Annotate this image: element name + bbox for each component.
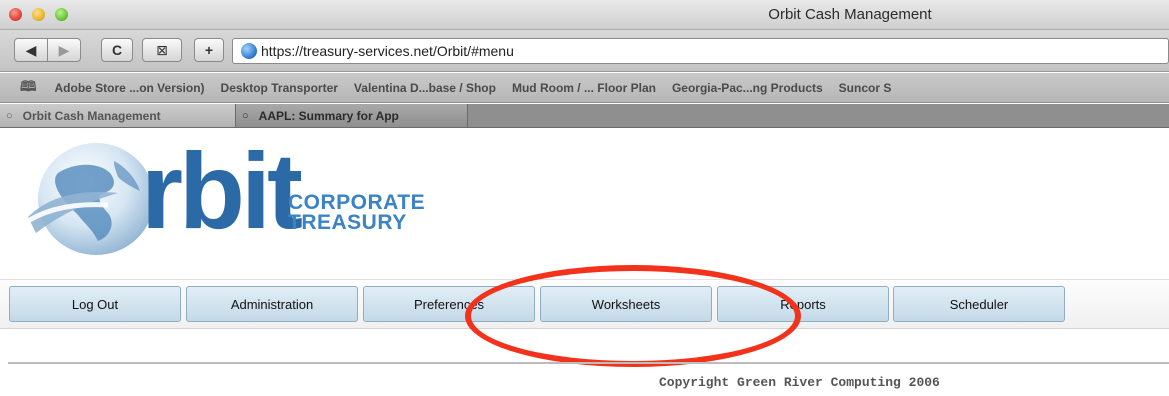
scheduler-button[interactable]: Scheduler (893, 286, 1065, 322)
bookmark-item[interactable]: Adobe Store ...on Version) (55, 81, 205, 95)
administration-button[interactable]: Administration (186, 286, 358, 322)
preferences-button[interactable]: Preferences (363, 286, 535, 322)
close-tab-icon[interactable]: ○ (242, 110, 249, 122)
forward-button[interactable]: ▶ (47, 38, 81, 62)
stop-icon: ⊠ (156, 41, 168, 58)
log-out-button[interactable]: Log Out (9, 286, 181, 322)
reports-button[interactable]: Reports (717, 286, 889, 322)
bookmarks-bar: 🕮 Adobe Store ...on Version) Desktop Tra… (0, 73, 1169, 103)
tab-aapl-summary[interactable]: ○ AAPL: Summary for App (236, 104, 468, 127)
back-button[interactable]: ◀ (14, 38, 48, 62)
forward-arrow-icon: ▶ (58, 41, 70, 58)
bookmark-item[interactable]: Desktop Transporter (221, 81, 338, 95)
open-book-icon[interactable]: 🕮 (20, 76, 37, 100)
window-title: Orbit Cash Management (768, 6, 932, 23)
tab-orbit-cash-management[interactable]: ○ Orbit Cash Management (0, 104, 236, 127)
bookmark-item[interactable]: Mud Room / ... Floor Plan (512, 81, 656, 95)
tab-bar: ○ Orbit Cash Management ○ AAPL: Summary … (0, 104, 1169, 128)
bookmark-item[interactable]: Suncor S (839, 81, 892, 95)
logo-line-treasury: TREASURY (288, 211, 407, 234)
logo-line-corporate: CORPORATE (288, 191, 426, 214)
tab-label: Orbit Cash Management (22, 108, 161, 123)
minimize-window-icon[interactable] (32, 8, 45, 21)
close-window-icon[interactable] (9, 8, 22, 21)
plus-icon: + (204, 42, 214, 58)
tab-label: AAPL: Summary for App (258, 108, 399, 123)
stop-button[interactable]: ⊠ (142, 38, 182, 62)
reload-icon: C (111, 42, 123, 58)
address-bar[interactable]: https://treasury-services.net/Orbit/#men… (232, 38, 1169, 64)
browser-toolbar: ◀ ▶ C ⊠ + https://treasury-services.net/… (0, 30, 1169, 72)
zoom-window-icon[interactable] (55, 8, 68, 21)
bookmark-item[interactable]: Georgia-Pac...ng Products (672, 81, 823, 95)
window-titlebar: Orbit Cash Management (0, 0, 1169, 30)
worksheets-button[interactable]: Worksheets (540, 286, 712, 322)
site-globe-icon (241, 43, 257, 59)
url-text: https://treasury-services.net/Orbit/#men… (261, 43, 514, 59)
copyright-text: Copyright Green River Computing 2006 (659, 375, 940, 390)
reload-button[interactable]: C (101, 38, 133, 62)
logo-wordmark: rbit (141, 130, 303, 251)
logo-subtitle: CORPORATE TREASURY (288, 191, 426, 234)
bookmark-item[interactable]: Valentina D...base / Shop (354, 81, 496, 95)
main-nav: Log Out Administration Preferences Works… (0, 279, 1169, 329)
close-tab-icon[interactable]: ○ (6, 110, 13, 122)
footer-divider (8, 362, 1169, 364)
back-arrow-icon: ◀ (25, 41, 37, 58)
orbit-logo: rbit CORPORATE TREASURY (18, 133, 438, 255)
add-bookmark-button[interactable]: + (194, 38, 224, 62)
